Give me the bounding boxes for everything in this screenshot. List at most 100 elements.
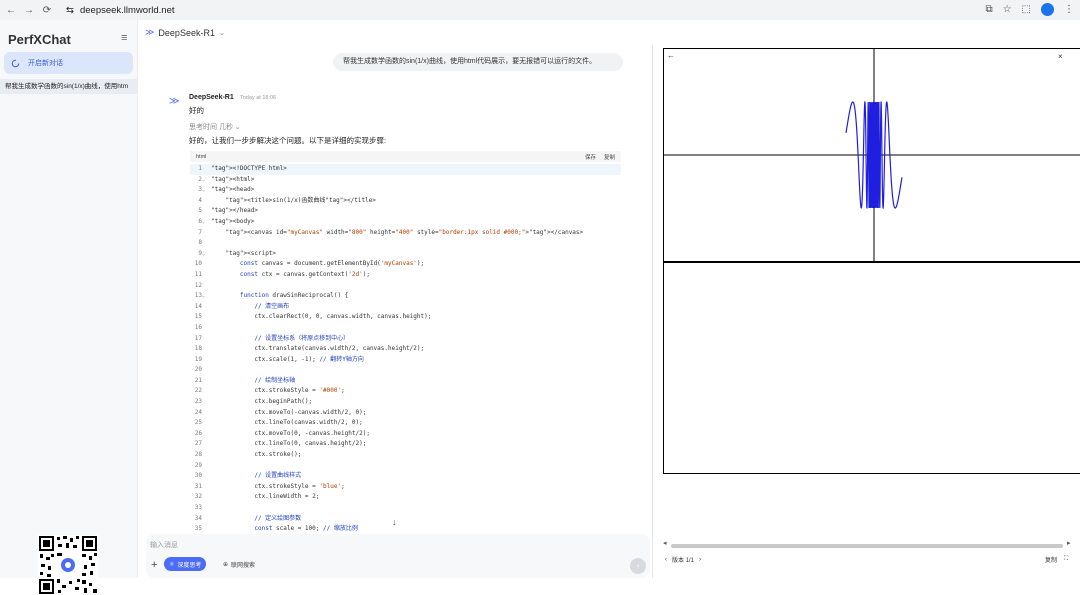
code-save-button[interactable]: 保存 [585, 153, 596, 161]
code-text: ctx.strokeStyle = '#000'; [211, 387, 345, 395]
arrow-up-icon: ↑ [636, 561, 640, 571]
thinking-label: 思考时间 几秒 [189, 124, 233, 131]
web-search-label: 联网搜索 [231, 562, 256, 569]
code-line: 2 ⌄ "tag"><html> [190, 175, 621, 186]
browser-menu-icon[interactable]: ⋮ [1064, 4, 1074, 15]
thinking-toggle[interactable]: 思考时间 几秒 ⌄ [189, 122, 241, 132]
attach-plus-icon[interactable]: + [151, 559, 157, 571]
preview-close-icon[interactable]: × [1058, 52, 1063, 61]
preview-copy-button[interactable]: 复制 [1045, 555, 1057, 564]
line-number: 34 [194, 514, 202, 522]
prev-version-icon[interactable]: ‹ [665, 557, 667, 563]
atom-icon: ⚛ [169, 561, 175, 568]
code-line: 32 ctx.lineWidth = 2; [190, 492, 621, 503]
line-number: 13 [194, 292, 202, 300]
code-line: 24 ctx.moveTo(-canvas.width/2, 0); [190, 408, 621, 419]
line-number: 20 [194, 366, 202, 374]
chat-area: 帮我生成数学函数的sin(1/x)曲线，使用html代码展示，要无报错可以运行的… [138, 20, 652, 578]
code-text: "tag"><!DOCTYPE html> [211, 165, 287, 172]
code-line: 25 ctx.lineTo(canvas.width/2, 0); [190, 418, 621, 429]
profile-avatar-icon[interactable] [1041, 3, 1054, 16]
assistant-avatar-icon: ≫ [169, 96, 180, 107]
code-text: ctx.lineWidth = 2; [211, 493, 320, 501]
translate-icon[interactable]: ⧉ [985, 4, 992, 15]
web-search-button[interactable]: ⊕ 联网搜索 [218, 557, 260, 571]
code-line: 22 ctx.strokeStyle = '#000'; [190, 386, 621, 397]
code-line: 34 // 定义绘图参数 [190, 514, 621, 525]
line-number: 10 [194, 260, 202, 268]
line-number: 15 [194, 313, 202, 321]
code-line: 28 ctx.stroke(); [190, 450, 621, 461]
deep-think-button[interactable]: ⚛ 深度思考 [164, 557, 207, 571]
line-number: 1 [198, 165, 202, 172]
code-line: 33 [190, 503, 621, 514]
line-number: 22 [194, 387, 202, 395]
code-line: 19 ctx.scale(1, -1); // 翻转Y轴方向 [190, 355, 621, 366]
reload-icon[interactable]: ⟳ [40, 3, 54, 17]
code-text: "tag"><canvas id="myCanvas" width="800" … [225, 228, 584, 236]
preview-panel: ← × ◂ ▸ ‹ 版本 1/1 › 复制 ⛶ [652, 45, 1080, 578]
scrollbar-thumb[interactable] [671, 544, 1063, 548]
code-line: 8 [190, 238, 621, 249]
scroll-down-icon[interactable]: ↓ [392, 517, 397, 527]
code-block: html 保存 复制 1 "tag"><!DOCTYPE html> 2 ⌄ "tag"… [190, 151, 621, 556]
code-text: ctx.lineTo(canvas.width/2, 0); [211, 419, 363, 427]
line-number: 4 [198, 196, 202, 204]
extensions-icon[interactable]: ⬚ [1022, 4, 1031, 15]
line-number: 33 [194, 504, 202, 511]
back-arrow-icon[interactable]: ← [4, 3, 18, 17]
code-text: ctx.clearRect(0, 0, canvas.width, canvas… [211, 313, 432, 321]
code-lines[interactable]: 1 "tag"><!DOCTYPE html> 2 ⌄ "tag"><html> 3 ⌄ "t… [190, 162, 621, 545]
site-info-icon[interactable]: ⇆ [66, 5, 74, 16]
code-line: 27 ctx.lineTo(0, canvas.height/2); [190, 439, 621, 450]
history-item[interactable]: 帮我生成数学函数的sin(1/x)曲线，使用htm [0, 79, 137, 94]
message-input[interactable]: 输入消息 [150, 540, 178, 550]
code-text: // 设置曲线样式 [211, 472, 302, 480]
forward-arrow-icon[interactable]: → [22, 3, 36, 17]
code-text: // 绘制坐标轴 [211, 376, 296, 384]
horizontal-scrollbar[interactable]: ◂ ▸ [663, 539, 1073, 550]
line-number: 28 [194, 451, 202, 459]
code-text: "tag"><body> [211, 217, 255, 225]
scroll-right-icon[interactable]: ▸ [1067, 539, 1071, 547]
line-number: 27 [194, 440, 202, 448]
code-line: 15 ctx.clearRect(0, 0, canvas.width, can… [190, 312, 621, 323]
line-number: 32 [194, 493, 202, 501]
code-text: ctx.beginPath(); [211, 398, 313, 406]
address-bar[interactable]: ⇆ deepseek.llmworld.net [66, 5, 175, 16]
new-chat-button[interactable]: 开启新对话 [4, 52, 133, 74]
code-text: // 清空画布 [211, 302, 290, 310]
next-version-icon[interactable]: › [699, 557, 701, 563]
code-line: 4 "tag"><title>sin(1/x)函数曲线"tag"></title… [190, 196, 621, 207]
scroll-left-icon[interactable]: ◂ [663, 539, 667, 547]
code-text: ctx.stroke(); [211, 451, 302, 459]
code-lang: html [196, 153, 207, 160]
version-label: 版本 1/1 [672, 558, 695, 564]
send-button[interactable]: ↑ [630, 558, 646, 574]
code-text: ctx.scale(1, -1); // 翻转Y轴方向 [211, 355, 364, 363]
canvas-frame [663, 48, 1080, 262]
code-line: 6 ⌄ "tag"><body> [190, 217, 621, 228]
globe-icon: ⊕ [223, 561, 229, 568]
bookmark-star-icon[interactable]: ☆ [1003, 4, 1012, 15]
code-line: 30 // 设置曲线样式 [190, 471, 621, 482]
line-number: 9 [198, 249, 202, 257]
line-number: 8 [198, 239, 202, 247]
code-line: 12 [190, 281, 621, 292]
code-line: 7 "tag"><canvas id="myCanvas" width="800… [190, 228, 621, 239]
code-copy-button[interactable]: 复制 [604, 153, 615, 161]
sidebar-toggle-icon[interactable]: ≡ [121, 32, 127, 44]
preview-back-icon[interactable]: ← [667, 51, 675, 60]
code-text: ctx.translate(canvas.width/2, canvas.hei… [211, 345, 425, 353]
line-number: 3 [198, 186, 202, 194]
code-text: "tag"><head> [211, 186, 255, 194]
code-line: 14 // 清空画布 [190, 302, 621, 313]
line-number: 7 [198, 228, 202, 236]
code-line: 3 ⌄ "tag"><head> [190, 185, 621, 196]
fullscreen-icon[interactable]: ⛶ [1064, 556, 1068, 563]
browser-toolbar: ← → ⟳ ⇆ deepseek.llmworld.net ⧉ ☆ ⬚ ⋮ [0, 0, 1080, 20]
